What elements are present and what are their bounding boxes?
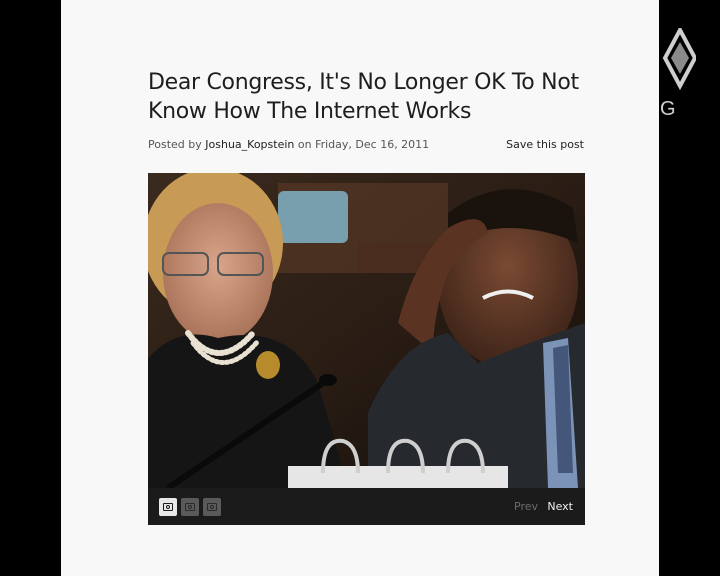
article-title: Dear Congress, It's No Longer OK To Not … [148, 70, 579, 124]
gallery-thumb-1[interactable] [159, 498, 177, 516]
author-link[interactable]: Joshua_Kopstein [205, 138, 294, 151]
camera-icon [163, 503, 173, 511]
byline: Posted by Joshua_Kopstein on Friday, Dec… [148, 138, 429, 151]
logo-text: G [660, 98, 676, 120]
article-photo [148, 173, 585, 488]
post-date: Friday, Dec 16, 2011 [315, 138, 430, 151]
gallery-thumb-2[interactable] [181, 498, 199, 516]
article-page: Dear Congress, It's No Longer OK To Not … [61, 0, 659, 576]
gallery-thumb-3[interactable] [203, 498, 221, 516]
gallery-bar: Prev Next [148, 488, 585, 525]
next-button[interactable]: Next [547, 500, 573, 513]
camera-icon [185, 503, 195, 511]
byline-prefix: Posted by [148, 138, 206, 151]
byline-mid: on [294, 138, 316, 151]
camera-icon [207, 503, 217, 511]
diamond-logo-icon [662, 28, 696, 90]
save-post-button[interactable]: Save this post [506, 138, 584, 151]
photo-illustration [148, 173, 585, 488]
prev-button[interactable]: Prev [514, 500, 538, 513]
